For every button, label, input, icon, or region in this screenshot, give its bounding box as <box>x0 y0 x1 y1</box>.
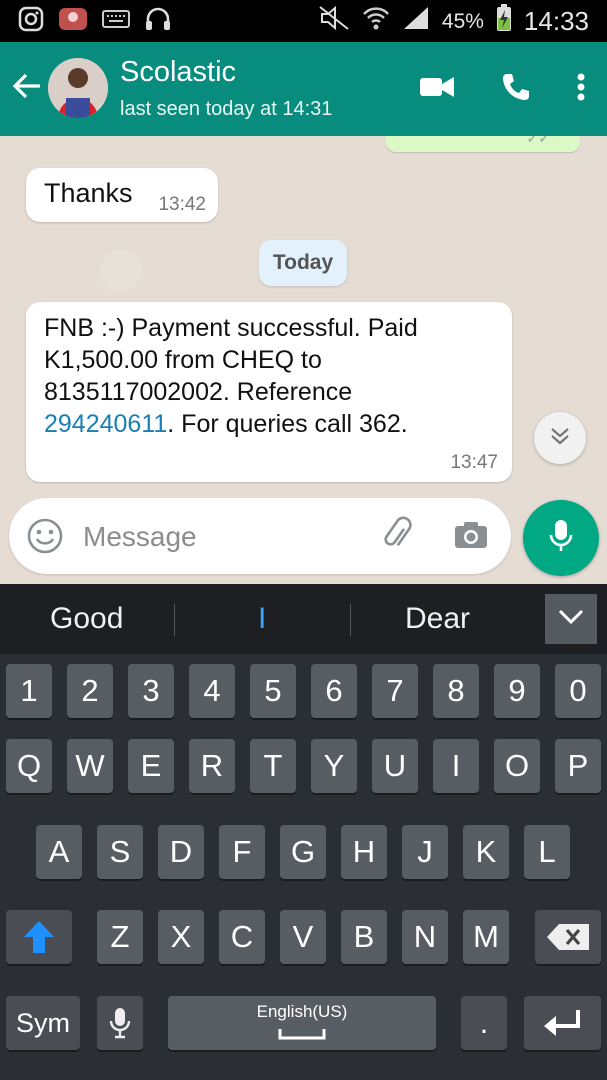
key-v[interactable]: V <box>280 910 326 964</box>
message-text-part1: FNB :-) Payment successful. Paid K1,500.… <box>44 314 418 406</box>
headset-icon <box>144 6 172 37</box>
key-w[interactable]: W <box>67 739 113 793</box>
symbols-key[interactable]: Sym <box>6 996 80 1050</box>
suggestion-2[interactable]: I <box>258 602 266 636</box>
key-k[interactable]: K <box>463 825 509 879</box>
camera-icon[interactable] <box>453 520 489 555</box>
key-5[interactable]: 5 <box>250 664 296 718</box>
key-t[interactable]: T <box>250 739 296 793</box>
key-y[interactable]: Y <box>311 739 357 793</box>
key-o[interactable]: O <box>494 739 540 793</box>
soft-keyboard: Good I Dear 1 2 3 4 5 6 7 8 9 0 Q W E R … <box>0 584 607 1080</box>
chat-header: Scolastic last seen today at 14:31 <box>0 42 607 136</box>
read-receipt-icon: ✓✓ <box>526 136 550 146</box>
key-d[interactable]: D <box>158 825 204 879</box>
collapse-keyboard-button[interactable] <box>545 594 597 644</box>
divider <box>350 604 351 636</box>
language-label: English(US) <box>256 1002 348 1021</box>
date-divider: Today <box>259 240 347 286</box>
key-c[interactable]: C <box>219 910 265 964</box>
key-p[interactable]: P <box>555 739 601 793</box>
enter-key[interactable] <box>524 996 601 1050</box>
message-text: Thanks <box>44 178 133 208</box>
app-notification-icon <box>58 6 88 37</box>
message-time: 13:47 <box>450 452 498 473</box>
last-seen-status: last seen today at 14:31 <box>120 98 333 120</box>
battery-percent: 45% <box>441 9 484 33</box>
suggestion-1[interactable]: Good <box>50 602 123 636</box>
key-j[interactable]: J <box>402 825 448 879</box>
microphone-icon <box>109 1008 131 1047</box>
key-a[interactable]: A <box>36 825 82 879</box>
paperclip-icon[interactable] <box>379 516 417 559</box>
emoji-icon[interactable] <box>27 518 63 559</box>
key-m[interactable]: M <box>463 910 509 964</box>
contact-name[interactable]: Scolastic <box>120 56 236 89</box>
shift-arrow-icon <box>22 921 56 962</box>
status-bar: 45% 14:33 <box>0 0 607 42</box>
key-2[interactable]: 2 <box>67 664 113 718</box>
key-r[interactable]: R <box>189 739 235 793</box>
key-9[interactable]: 9 <box>494 664 540 718</box>
message-bubble-thanks[interactable]: Thanks 13:42 <box>26 168 218 222</box>
video-call-icon[interactable] <box>419 75 455 104</box>
key-8[interactable]: 8 <box>433 664 479 718</box>
message-input[interactable] <box>81 512 365 562</box>
voice-input-key[interactable] <box>97 996 143 1050</box>
key-7[interactable]: 7 <box>372 664 418 718</box>
key-b[interactable]: B <box>341 910 387 964</box>
key-3[interactable]: 3 <box>128 664 174 718</box>
key-l[interactable]: L <box>524 825 570 879</box>
period-key[interactable]: . <box>461 996 507 1050</box>
phone-call-icon[interactable] <box>501 72 531 107</box>
shift-key[interactable] <box>6 910 72 964</box>
battery-charging-icon <box>496 4 512 39</box>
wifi-icon <box>362 5 390 38</box>
keyboard-icon <box>102 9 130 34</box>
outgoing-message-partial: ✓✓ <box>386 136 580 152</box>
key-h[interactable]: H <box>341 825 387 879</box>
conversation-area[interactable]: ✓✓ Thanks 13:42 Today FNB :-) Payment su… <box>0 136 607 584</box>
key-x[interactable]: X <box>158 910 204 964</box>
reference-link[interactable]: 294240611 <box>44 410 167 438</box>
double-chevron-down-icon <box>549 426 571 451</box>
key-1[interactable]: 1 <box>6 664 52 718</box>
divider <box>174 604 175 636</box>
microphone-icon <box>548 518 574 559</box>
key-s[interactable]: S <box>97 825 143 879</box>
clock: 14:33 <box>523 6 589 36</box>
key-n[interactable]: N <box>402 910 448 964</box>
more-options-icon[interactable] <box>577 73 585 106</box>
key-0[interactable]: 0 <box>555 664 601 718</box>
message-composer <box>9 498 511 574</box>
key-e[interactable]: E <box>128 739 174 793</box>
suggestion-3[interactable]: Dear <box>405 602 470 636</box>
enter-arrow-icon <box>542 1010 584 1045</box>
message-text: FNB :-) Payment successful. Paid K1,500.… <box>44 312 484 440</box>
key-u[interactable]: U <box>372 739 418 793</box>
key-f[interactable]: F <box>219 825 265 879</box>
message-text-part2: . For queries call 362. <box>167 410 408 438</box>
key-i[interactable]: I <box>433 739 479 793</box>
chevron-down-icon <box>557 608 585 631</box>
instagram-icon <box>18 6 44 37</box>
mute-icon <box>318 5 350 38</box>
backspace-key[interactable] <box>535 910 601 964</box>
key-g[interactable]: G <box>280 825 326 879</box>
message-time: 13:42 <box>158 194 206 215</box>
backspace-icon <box>545 924 591 959</box>
suggestion-bar: Good I Dear <box>0 584 607 654</box>
message-bubble-fnb[interactable]: FNB :-) Payment successful. Paid K1,500.… <box>26 302 512 482</box>
key-4[interactable]: 4 <box>189 664 235 718</box>
key-6[interactable]: 6 <box>311 664 357 718</box>
scroll-to-bottom-button[interactable] <box>534 412 586 464</box>
avatar[interactable] <box>48 58 108 118</box>
voice-message-button[interactable] <box>523 500 599 576</box>
back-arrow-icon[interactable] <box>12 72 42 105</box>
key-z[interactable]: Z <box>97 910 143 964</box>
space-key[interactable]: English(US) <box>168 996 436 1050</box>
key-q[interactable]: Q <box>6 739 52 793</box>
signal-icon <box>402 5 430 38</box>
space-bar-icon <box>277 1026 327 1045</box>
